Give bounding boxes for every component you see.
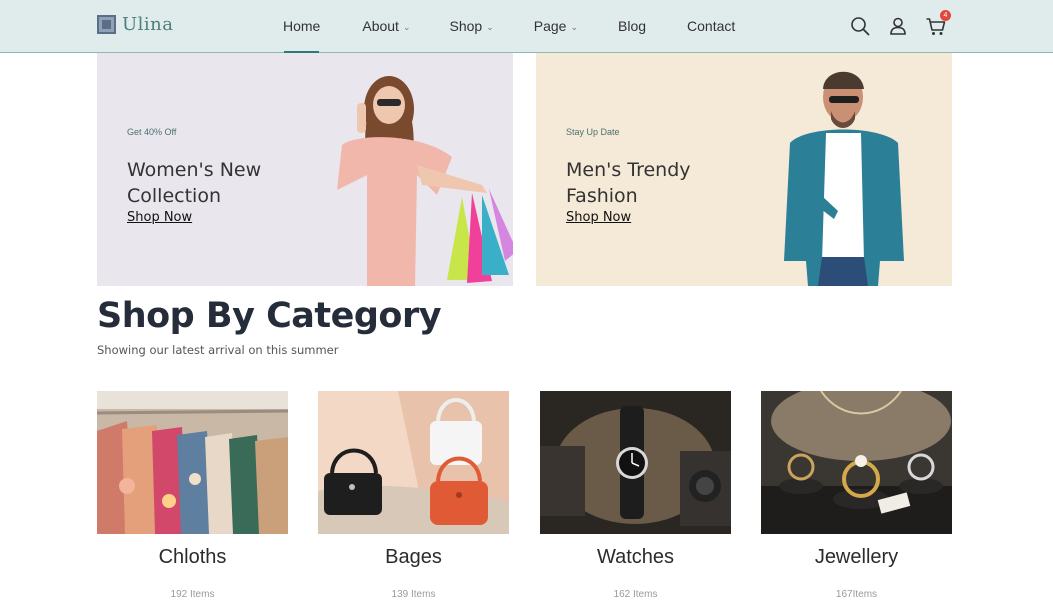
- search-icon[interactable]: [849, 15, 871, 37]
- section-subtitle: Showing our latest arrival on this summe…: [97, 343, 339, 357]
- category-name: Bages: [385, 546, 442, 568]
- category-card-watches[interactable]: Watches 162 Items: [540, 391, 731, 600]
- shop-now-link[interactable]: Shop Now: [566, 210, 631, 225]
- nav-item-contact[interactable]: Contact: [687, 0, 735, 53]
- nav-item-about[interactable]: About ⌄: [362, 0, 410, 53]
- woman-shopping-image: [337, 76, 513, 286]
- user-icon[interactable]: [887, 15, 909, 37]
- nav-label: Contact: [687, 18, 736, 34]
- category-count: 162 Items: [613, 589, 658, 600]
- banner-tag: Get 40% Off: [127, 127, 177, 137]
- nav-label: About: [362, 18, 399, 34]
- banner-tag: Stay Up Date: [566, 127, 620, 137]
- category-name: Watches: [596, 546, 675, 568]
- promo-banner-women: Get 40% Off Women's New Collection Shop …: [97, 53, 513, 286]
- chevron-down-icon: ⌄: [402, 22, 411, 32]
- category-card-bags[interactable]: Bages 139 Items: [318, 391, 509, 600]
- category-name: Jewellery: [814, 546, 899, 568]
- shop-now-link[interactable]: Shop Now: [127, 210, 192, 225]
- category-card-clothes[interactable]: Chloths 192 Items: [97, 391, 288, 600]
- site-header: Ulina Home About ⌄ Shop ⌄ Page ⌄ Blog Conta…: [0, 0, 1053, 53]
- jewellery-image: [761, 391, 952, 534]
- category-name: Chloths: [158, 546, 227, 568]
- category-count: 139 Items: [391, 589, 436, 600]
- bags-image: [318, 391, 509, 534]
- cart-count-badge: 4: [940, 10, 951, 21]
- nav-item-home[interactable]: Home: [283, 0, 320, 53]
- chevron-down-icon: ⌄: [570, 22, 578, 32]
- category-count: 167Items: [835, 589, 878, 600]
- category-card-jewellery[interactable]: Jewellery 167Items: [761, 391, 952, 600]
- brand-logo[interactable]: Ulina: [97, 14, 174, 35]
- man-fashion-image: [784, 71, 904, 286]
- brand-name: Ulina: [122, 14, 174, 35]
- nav-label: Shop: [449, 18, 483, 34]
- nav-label: Home: [283, 18, 321, 34]
- main-nav: Home About ⌄ Shop ⌄ Page ⌄ Blog Contact: [283, 0, 735, 53]
- watches-image: [540, 391, 731, 534]
- nav-item-page[interactable]: Page ⌄: [534, 0, 578, 53]
- cart-icon[interactable]: 4: [925, 10, 951, 37]
- nav-label: Page: [533, 18, 567, 34]
- header-icons: 4: [849, 10, 951, 37]
- banner-title: Men's Trendy Fashion: [566, 159, 691, 207]
- nav-item-shop[interactable]: Shop ⌄: [450, 0, 494, 53]
- promo-banner-men: Stay Up Date Men's Trendy Fashion Shop N…: [536, 53, 952, 286]
- nav-label: Blog: [618, 18, 647, 34]
- chevron-down-icon: ⌄: [486, 22, 494, 32]
- banner-title: Women's New Collection: [127, 159, 262, 207]
- clothes-image: [97, 391, 288, 534]
- section-title: Shop By Category: [97, 296, 442, 336]
- nav-item-blog[interactable]: Blog: [618, 0, 646, 53]
- category-count: 192 Items: [170, 589, 215, 600]
- logo-icon: [97, 15, 116, 34]
